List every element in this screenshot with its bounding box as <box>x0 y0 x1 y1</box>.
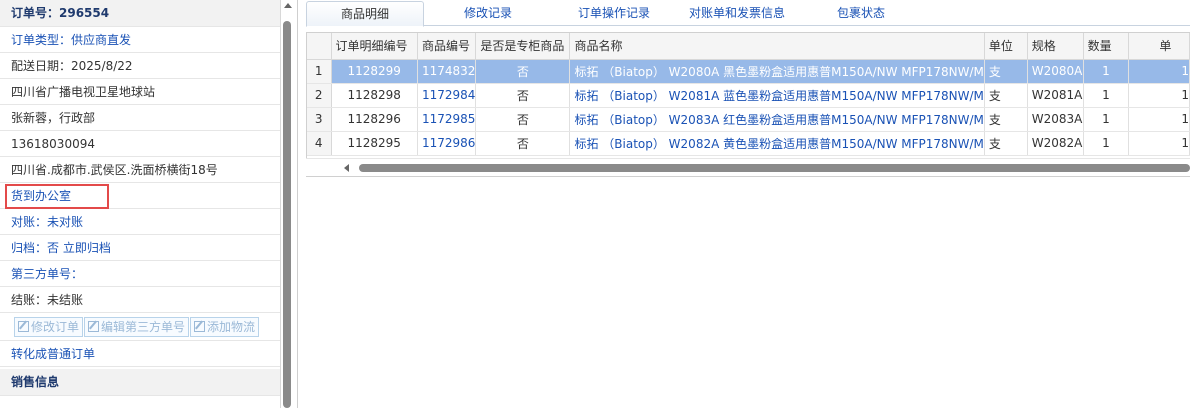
counter-cell: 否 <box>475 83 571 108</box>
panel-divider <box>297 0 298 408</box>
unit-cell: 支 <box>984 131 1028 156</box>
qty-cell: 1 <box>1083 59 1130 84</box>
unit-cell: 支 <box>984 59 1028 84</box>
reconcile-label: 对账： <box>11 215 48 229</box>
station-name: 四川省广播电视卫星地球站 <box>0 79 280 105</box>
sales-info-header: 销售信息 <box>0 369 280 396</box>
tab-operation-log[interactable]: 订单操作记录 <box>560 0 668 26</box>
counter-cell: 否 <box>475 59 571 84</box>
qty-cell: 1 <box>1083 131 1130 156</box>
row-number: 3 <box>307 107 332 132</box>
product-name-link[interactable]: 标拓 （Biatop） W2083A 红色墨粉盒适用惠普M150A/NW MFP… <box>569 107 985 132</box>
counter-cell: 否 <box>475 107 571 132</box>
settle-status: 结账：未结账 <box>0 287 280 313</box>
delivery-address: 四川省.成都市.武侯区.洗面桥横街18号 <box>0 157 280 183</box>
edit-icon <box>88 321 100 332</box>
edit-icon <box>194 321 206 332</box>
edit-icon <box>18 321 29 332</box>
detail-id-cell: 1128299 <box>331 59 418 84</box>
convert-order-link[interactable]: 转化成普通订单 <box>0 341 280 367</box>
product-name-link[interactable]: 标拓 （Biatop） W2081A 蓝色墨粉盒适用惠普M150A/NW MFP… <box>569 83 985 108</box>
scrollbar-thumb[interactable] <box>283 21 291 408</box>
product-id-link[interactable]: 1172986 <box>417 131 477 156</box>
scroll-up-arrow-icon[interactable] <box>284 3 292 8</box>
price-cell: 1 <box>1128 59 1190 84</box>
edit-third-party-button[interactable]: 编辑第三方单号 <box>84 317 190 337</box>
price-cell: 1 <box>1128 131 1190 156</box>
order-type: 订单类型：供应商直发 <box>0 27 280 53</box>
phone-number: 13618030094 <box>0 131 280 157</box>
detail-id-cell: 1128296 <box>331 107 418 132</box>
spec-cell: W2080A <box>1027 59 1084 84</box>
column-header[interactable]: 单 <box>1128 33 1190 60</box>
qty-cell: 1 <box>1083 83 1130 108</box>
order-number-title: 订单号：296554 <box>0 0 280 27</box>
reconcile-status: 对账：未对账 <box>0 209 280 235</box>
contact-name: 张新蓉，行政部 <box>0 105 280 131</box>
product-name-link[interactable]: 标拓 （Biatop） W2080A 黑色墨粉盒适用惠普M150A/NW MFP… <box>569 59 985 84</box>
order-info-panel: 订单号：296554 订单类型：供应商直发 配送日期：2025/8/22 四川省… <box>0 0 281 408</box>
spec-cell: W2082A <box>1027 131 1084 156</box>
tab-package-status[interactable]: 包裹状态 <box>816 0 906 26</box>
tab-statement-invoice[interactable]: 对账单和发票信息 <box>674 0 800 26</box>
archive-label: 归档： <box>11 241 48 255</box>
edit-order-button[interactable]: 修改订单 <box>14 317 84 337</box>
tab-bar: 商品明细 修改记录 订单操作记录 对账单和发票信息 包裹状态 <box>306 0 1190 27</box>
unit-cell: 支 <box>984 107 1028 132</box>
product-table: 订单明细编号 商品编号 是否是专柜商品 商品名称 单位 规格 数量 单 1 11… <box>307 33 1190 156</box>
tab-product-details[interactable]: 商品明细 <box>306 1 424 27</box>
archive-link[interactable]: 否 立即归档 <box>47 241 111 255</box>
counter-cell: 否 <box>475 131 571 156</box>
row-number: 1 <box>307 59 332 84</box>
row-number-header <box>307 33 332 60</box>
table-row[interactable]: 4 1128295 1172986 否 标拓 （Biatop） W2082A 黄… <box>307 131 1190 156</box>
third-party-number: 第三方单号： <box>0 261 280 287</box>
column-header[interactable]: 商品编号 <box>417 33 477 60</box>
spec-cell: W2081A <box>1027 83 1084 108</box>
table-header-row: 订单明细编号 商品编号 是否是专柜商品 商品名称 单位 规格 数量 单 <box>307 33 1190 60</box>
column-header[interactable]: 订单明细编号 <box>331 33 418 60</box>
product-name-link[interactable]: 标拓 （Biatop） W2082A 黄色墨粉盒适用惠普M150A/NW MFP… <box>569 131 985 156</box>
product-id-link[interactable]: 1172984 <box>417 83 477 108</box>
column-header[interactable]: 数量 <box>1083 33 1130 60</box>
column-header[interactable]: 单位 <box>984 33 1028 60</box>
delivery-date: 配送日期：2025/8/22 <box>0 53 280 79</box>
qty-cell: 1 <box>1083 107 1130 132</box>
scrollbar-thumb[interactable] <box>359 164 1190 172</box>
spec-cell: W2083A <box>1027 107 1084 132</box>
add-logistics-button[interactable]: 添加物流 <box>190 317 260 337</box>
table-row[interactable]: 2 1128298 1172984 否 标拓 （Biatop） W2081A 蓝… <box>307 83 1190 108</box>
product-grid: 订单明细编号 商品编号 是否是专柜商品 商品名称 单位 规格 数量 单 1 11… <box>306 32 1190 177</box>
product-id-link[interactable]: 1174832 <box>417 59 477 84</box>
price-cell: 1 <box>1128 83 1190 108</box>
order-detail-panel: 商品明细 修改记录 订单操作记录 对账单和发票信息 包裹状态 订单明细编号 商品… <box>306 0 1190 408</box>
order-note: 货到办公室 <box>0 183 280 209</box>
detail-id-cell: 1128295 <box>331 131 418 156</box>
detail-id-cell: 1128298 <box>331 83 418 108</box>
reconcile-value: 未对账 <box>47 215 84 229</box>
table-row[interactable]: 3 1128296 1172985 否 标拓 （Biatop） W2083A 红… <box>307 107 1190 132</box>
grid-horizontal-scrollbar[interactable] <box>306 158 1190 176</box>
product-id-link[interactable]: 1172985 <box>417 107 477 132</box>
column-header[interactable]: 规格 <box>1027 33 1084 60</box>
table-row[interactable]: 1 1128299 1174832 否 标拓 （Biatop） W2080A 黑… <box>307 59 1190 84</box>
unit-cell: 支 <box>984 83 1028 108</box>
scroll-left-arrow-icon[interactable] <box>344 164 349 172</box>
column-header[interactable]: 是否是专柜商品 <box>475 33 571 60</box>
row-number: 4 <box>307 131 332 156</box>
action-buttons: 修改订单 编辑第三方单号 添加物流 <box>0 313 280 341</box>
row-number: 2 <box>307 83 332 108</box>
price-cell: 1 <box>1128 107 1190 132</box>
column-header[interactable]: 商品名称 <box>569 33 985 60</box>
tab-change-log[interactable]: 修改记录 <box>436 0 540 26</box>
archive-status: 归档：否 立即归档 <box>0 235 280 261</box>
